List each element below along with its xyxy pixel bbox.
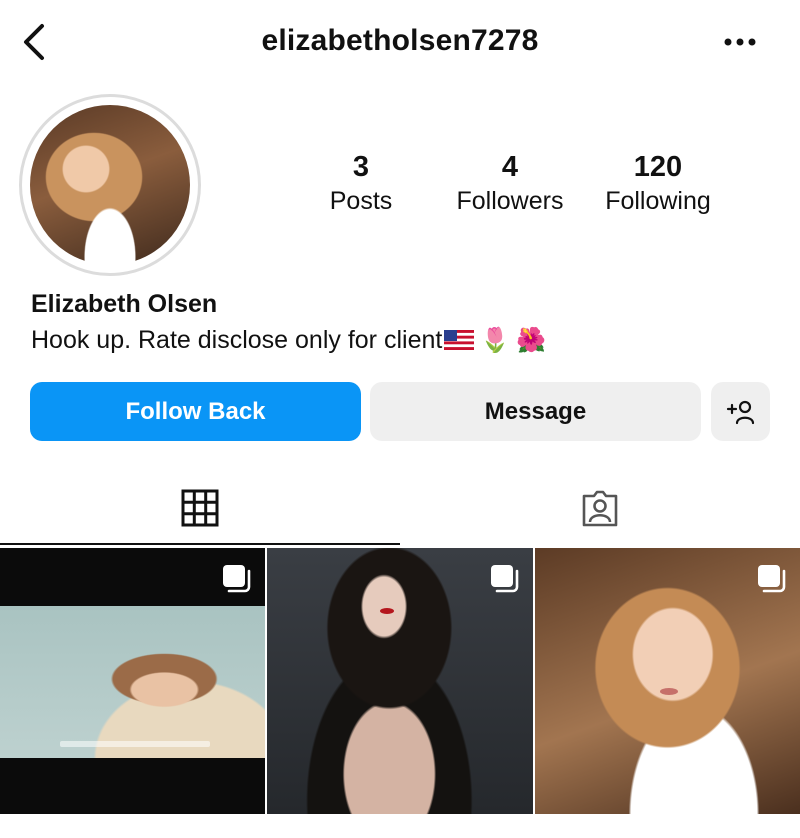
post-image-detail [380,608,394,614]
add-person-icon [726,400,754,424]
post-thumbnail[interactable] [267,548,533,814]
multiple-photos-icon [223,565,251,593]
post-image-detail [660,688,678,695]
followers-label: Followers [456,187,564,215]
page-title: elizabetholsen7278 [261,24,539,57]
followers-stat[interactable]: 4 Followers [444,150,576,218]
hibiscus-emoji: 🌺 [516,327,547,354]
profile-bio: Hook up. Rate disclose only for client 🌷… [31,326,546,355]
tulip-emoji: 🌷 [480,327,511,354]
avatar[interactable] [30,105,190,265]
following-count: 120 [633,151,683,183]
video-subtitle [60,741,210,747]
post-thumbnail[interactable] [535,548,800,814]
suggest-people-button[interactable] [711,382,770,441]
message-button[interactable]: Message [370,382,701,441]
tab-tagged[interactable] [400,470,800,546]
multiple-photos-icon [758,565,786,593]
following-stat[interactable]: 120 Following [592,150,724,218]
grid-icon [181,489,219,527]
tab-posts-grid[interactable] [0,470,400,546]
active-tab-indicator [0,543,400,545]
followers-count: 4 [501,151,519,183]
top-bar: elizabetholsen7278 [0,0,800,86]
follow-back-button[interactable]: Follow Back [30,382,361,441]
multiple-photos-icon [491,565,519,593]
posts-label: Posts [329,187,393,215]
tagged-person-icon [582,490,618,527]
post-image [0,606,265,758]
posts-count: 3 [352,151,370,183]
profile-page: elizabetholsen7278 3 Posts 4 Followers 1… [0,0,800,838]
us-flag-icon [444,330,475,350]
posts-stat[interactable]: 3 Posts [310,150,412,218]
more-horizontal-icon[interactable] [720,28,764,56]
bio-text: Hook up. Rate disclose only for client [31,326,443,354]
profile-name: Elizabeth Olsen [31,290,218,318]
following-label: Following [605,187,711,215]
post-thumbnail[interactable] [0,548,265,814]
